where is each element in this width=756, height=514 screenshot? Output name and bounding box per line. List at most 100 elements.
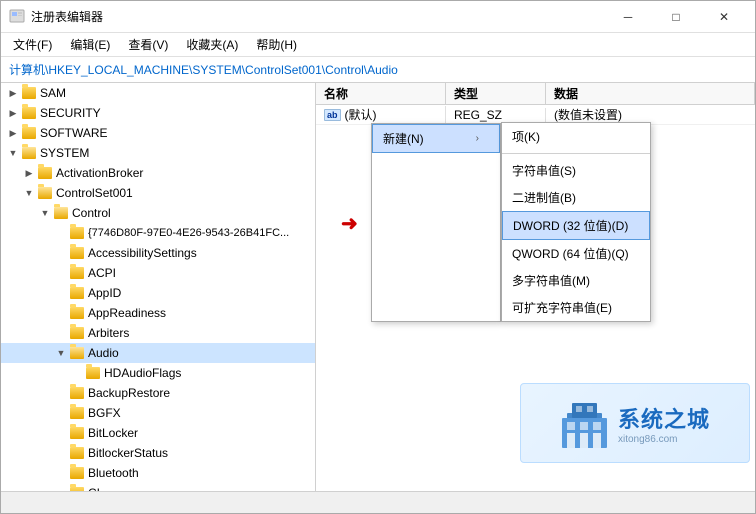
tree-item-ci[interactable]: ▶ CI xyxy=(1,483,315,491)
red-arrow-icon: ➜ xyxy=(341,211,358,236)
tree-label-appid: AppID xyxy=(88,286,121,300)
expander-software: ▶ xyxy=(5,125,21,141)
watermark-url: xitong86.com xyxy=(618,434,710,445)
tree-label-appreadiness: AppReadiness xyxy=(88,306,166,320)
folder-icon-hdaudioflags xyxy=(85,366,101,380)
tree-item-guid[interactable]: ▶ {7746D80F-97E0-4E26-9543-26B41FC... xyxy=(1,223,315,243)
tree-item-acpi[interactable]: ▶ ACPI xyxy=(1,263,315,283)
tree-item-controlset001[interactable]: ▼ ControlSet001 xyxy=(1,183,315,203)
expander-audio: ▼ xyxy=(53,345,69,361)
folder-icon-audio xyxy=(69,346,85,360)
folder-icon-activationbroker xyxy=(37,166,53,180)
submenu-item-qword[interactable]: QWORD (64 位值)(Q) xyxy=(502,240,650,267)
expander-security: ▶ xyxy=(5,105,21,121)
folder-icon-appreadiness xyxy=(69,306,85,320)
tree-item-software[interactable]: ▶ SOFTWARE xyxy=(1,123,315,143)
col-header-data[interactable]: 数据 xyxy=(546,83,755,104)
folder-icon-arbiters xyxy=(69,326,85,340)
tree-label-backuprestore: BackupRestore xyxy=(88,386,170,400)
folder-icon-backuprestore xyxy=(69,386,85,400)
tree-item-bitlocker[interactable]: ▶ BitLocker xyxy=(1,423,315,443)
tree-item-appreadiness[interactable]: ▶ AppReadiness xyxy=(1,303,315,323)
tree-label-accessibilitysettings: AccessibilitySettings xyxy=(88,246,197,260)
folder-icon-ci xyxy=(69,486,85,491)
tree-label-activationbroker: ActivationBroker xyxy=(56,166,143,180)
col-data-label: 数据 xyxy=(554,85,578,102)
folder-icon-accessibilitysettings xyxy=(69,246,85,260)
tree-item-hdaudioflags[interactable]: ▶ HDAudioFlags xyxy=(1,363,315,383)
folder-icon-software xyxy=(21,126,37,140)
tree-item-control[interactable]: ▼ Control xyxy=(1,203,315,223)
submenu-item-dword[interactable]: DWORD (32 位值)(D) xyxy=(502,211,650,240)
tree-label-audio: Audio xyxy=(88,346,119,360)
ctx-item-new-label: 新建(N) xyxy=(383,130,424,147)
tree-label-acpi: ACPI xyxy=(88,266,116,280)
tree-label-bluetooth: Bluetooth xyxy=(88,466,139,480)
reg-data-cell: (数值未设置) xyxy=(546,106,755,123)
tree-label-bitlockerstatus: BitlockerStatus xyxy=(88,446,168,460)
submenu-item-multistring[interactable]: 多字符串值(M) xyxy=(502,267,650,294)
app-icon xyxy=(9,9,25,25)
menu-favorites[interactable]: 收藏夹(A) xyxy=(178,34,246,55)
minimize-button[interactable]: ─ xyxy=(605,1,651,33)
submenu-item-dword-label: DWORD (32 位值)(D) xyxy=(513,219,628,233)
tree-item-bitlockerstatus[interactable]: ▶ BitlockerStatus xyxy=(1,443,315,463)
menu-edit[interactable]: 编辑(E) xyxy=(62,34,118,55)
tree-panel[interactable]: ▶ SAM ▶ SECURITY ▶ SOFTWARE ▼ SYSTEM xyxy=(1,83,316,491)
folder-icon-control xyxy=(53,206,69,220)
tree-item-appid[interactable]: ▶ AppID xyxy=(1,283,315,303)
submenu-item-binary[interactable]: 二进制值(B) xyxy=(502,184,650,211)
tree-item-system[interactable]: ▼ SYSTEM xyxy=(1,143,315,163)
folder-icon-controlset001 xyxy=(37,186,53,200)
folder-icon-acpi xyxy=(69,266,85,280)
submenu-separator xyxy=(502,153,650,154)
reg-data-value: (数值未设置) xyxy=(554,108,622,122)
col-header-type[interactable]: 类型 xyxy=(446,83,546,104)
tree-item-security[interactable]: ▶ SECURITY xyxy=(1,103,315,123)
tree-item-accessibilitysettings[interactable]: ▶ AccessibilitySettings xyxy=(1,243,315,263)
reg-name-cell: ab (默认) xyxy=(316,106,446,123)
maximize-button[interactable]: □ xyxy=(653,1,699,33)
tree-item-audio[interactable]: ▼ Audio xyxy=(1,343,315,363)
submenu-item-multistring-label: 多字符串值(M) xyxy=(512,274,590,288)
submenu-item-expandstring[interactable]: 可扩充字符串值(E) xyxy=(502,294,650,321)
ctx-item-new[interactable]: 新建(N) › xyxy=(372,124,500,153)
column-headers: 名称 类型 数据 xyxy=(316,83,755,105)
menu-help[interactable]: 帮助(H) xyxy=(248,34,305,55)
submenu-item-string-label: 字符串值(S) xyxy=(512,164,576,178)
tree-item-arbiters[interactable]: ▶ Arbiters xyxy=(1,323,315,343)
expander-controlset001: ▼ xyxy=(21,185,37,201)
tree-item-backuprestore[interactable]: ▶ BackupRestore xyxy=(1,383,315,403)
reg-type-cell: REG_SZ xyxy=(446,108,546,122)
tree-item-sam[interactable]: ▶ SAM xyxy=(1,83,315,103)
tree-label-control: Control xyxy=(72,206,111,220)
content-area: ▶ SAM ▶ SECURITY ▶ SOFTWARE ▼ SYSTEM xyxy=(1,83,755,491)
ab-icon: ab xyxy=(324,109,341,121)
tree-item-bgfx[interactable]: ▶ BGFX xyxy=(1,403,315,423)
menu-view[interactable]: 查看(V) xyxy=(120,34,176,55)
right-panel: 名称 类型 数据 ab (默认) REG_SZ xyxy=(316,83,755,491)
submenu-item-key[interactable]: 项(K) xyxy=(502,123,650,150)
title-bar-left: 注册表编辑器 xyxy=(9,8,103,25)
tree-item-activationbroker[interactable]: ▶ ActivationBroker xyxy=(1,163,315,183)
expander-sam: ▶ xyxy=(5,85,21,101)
submenu-item-string[interactable]: 字符串值(S) xyxy=(502,157,650,184)
menu-file[interactable]: 文件(F) xyxy=(5,34,60,55)
window-controls: ─ □ ✕ xyxy=(605,1,747,33)
watermark-logo xyxy=(560,396,610,451)
tree-item-bluetooth[interactable]: ▶ Bluetooth xyxy=(1,463,315,483)
tree-label-controlset001: ControlSet001 xyxy=(56,186,133,200)
expander-control: ▼ xyxy=(37,205,53,221)
folder-icon-appid xyxy=(69,286,85,300)
col-header-name[interactable]: 名称 xyxy=(316,83,446,104)
tree-label-sam: SAM xyxy=(40,86,66,100)
context-menu-container: 新建(N) › 项(K) 字符串值(S) 二进制值(B) xyxy=(371,123,651,322)
title-bar: 注册表编辑器 ─ □ ✕ xyxy=(1,1,755,33)
watermark-title: 系统之城 xyxy=(618,402,710,434)
tree-label-guid: {7746D80F-97E0-4E26-9543-26B41FC... xyxy=(88,227,289,239)
status-bar xyxy=(1,491,755,513)
submenu: 项(K) 字符串值(S) 二进制值(B) DWORD (32 位值)(D) QW… xyxy=(501,122,651,322)
folder-icon-sam xyxy=(21,86,37,100)
close-button[interactable]: ✕ xyxy=(701,1,747,33)
tree-label-arbiters: Arbiters xyxy=(88,326,129,340)
